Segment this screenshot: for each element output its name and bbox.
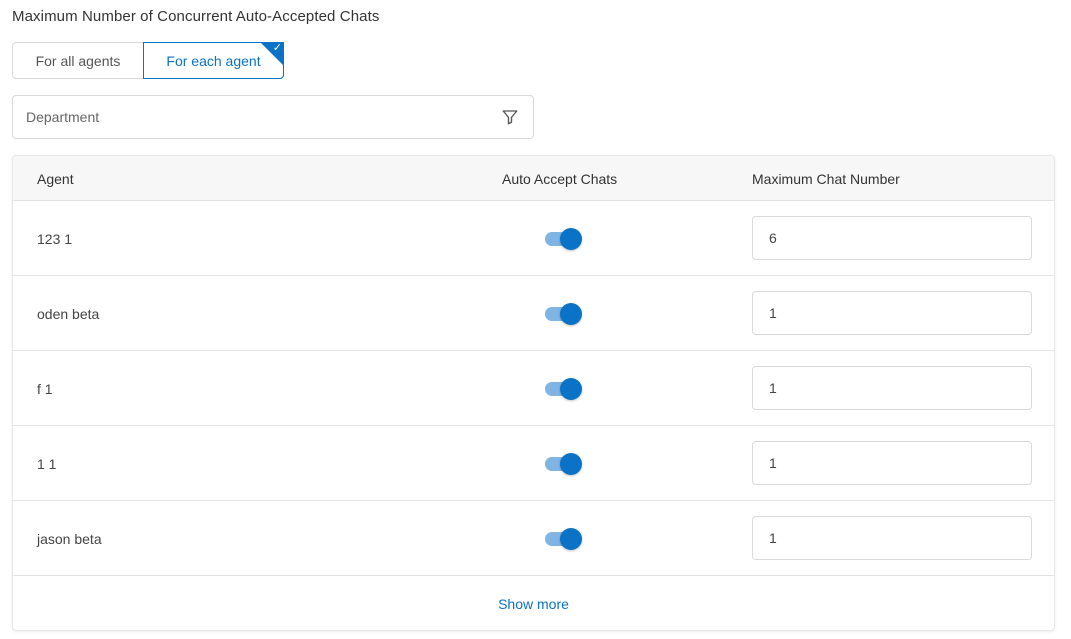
max-chat-input[interactable] — [752, 216, 1032, 260]
for-each-agent-button[interactable]: For each agent ✓ — [143, 42, 284, 79]
section-title: Maximum Number of Concurrent Auto-Accept… — [12, 8, 380, 25]
column-header-max-chat: Maximum Chat Number — [752, 170, 900, 187]
max-chat-input[interactable] — [752, 366, 1032, 410]
agent-name: f 1 — [37, 380, 53, 397]
agent-table: Agent Auto Accept Chats Maximum Chat Num… — [12, 155, 1055, 631]
show-more-link[interactable]: Show more — [498, 596, 569, 612]
max-chat-input[interactable] — [752, 441, 1032, 485]
auto-accept-toggle[interactable] — [545, 228, 582, 250]
show-more-row: Show more — [13, 576, 1054, 630]
agent-name: 1 1 — [37, 455, 57, 472]
agent-name: 123 1 — [37, 230, 73, 247]
table-header: Agent Auto Accept Chats Maximum Chat Num… — [13, 156, 1054, 201]
auto-accept-toggle[interactable] — [545, 453, 582, 475]
auto-accept-toggle[interactable] — [545, 303, 582, 325]
auto-accept-toggle[interactable] — [545, 528, 582, 550]
column-header-agent: Agent — [37, 170, 74, 187]
for-all-agents-button[interactable]: For all agents — [12, 42, 144, 79]
department-filter-placeholder: Department — [26, 109, 100, 125]
column-header-auto-accept: Auto Accept Chats — [502, 170, 618, 187]
mode-toggle-group: For all agents For each agent ✓ — [12, 42, 284, 79]
selected-check-icon: ✓ — [260, 42, 284, 66]
auto-accept-toggle[interactable] — [545, 378, 582, 400]
table-row: jason beta — [13, 501, 1054, 576]
table-row: 123 1 — [13, 201, 1054, 276]
department-filter[interactable]: Department — [12, 95, 534, 139]
table-row: oden beta — [13, 276, 1054, 351]
filter-icon[interactable] — [500, 107, 520, 127]
for-all-agents-label: For all agents — [35, 52, 121, 69]
max-chat-input[interactable] — [752, 291, 1032, 335]
for-each-agent-label: For each agent — [166, 52, 261, 69]
table-row: 1 1 — [13, 426, 1054, 501]
table-row: f 1 — [13, 351, 1054, 426]
max-chat-input[interactable] — [752, 516, 1032, 560]
agent-name: oden beta — [37, 305, 100, 322]
agent-name: jason beta — [37, 530, 102, 547]
